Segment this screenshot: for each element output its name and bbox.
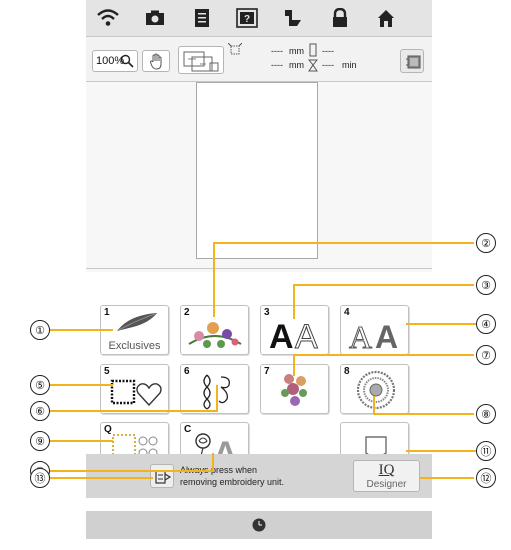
callout-line-4 <box>406 323 476 325</box>
callout-line-5 <box>49 384 113 386</box>
size-height-value: ---- <box>271 60 283 70</box>
category-number: 5 <box>104 366 110 377</box>
callout-line-7-vertical <box>293 354 295 376</box>
callout-3: ③ <box>476 275 496 295</box>
embroidery-view-button[interactable] <box>400 49 424 73</box>
callout-line-6-vertical <box>216 385 218 412</box>
layout-icon <box>183 51 219 72</box>
callout-line-10 <box>49 470 214 472</box>
needle-threading-icon[interactable] <box>276 4 312 32</box>
category-frame-shapes-button[interactable]: 5 <box>100 364 169 414</box>
callout-line-3 <box>294 284 474 286</box>
iq-designer-subtitle: Designer <box>366 479 407 490</box>
svg-text:A: A <box>349 319 372 352</box>
svg-text:A: A <box>295 318 318 352</box>
home-icon[interactable] <box>368 4 404 32</box>
size-height-unit: mm <box>289 60 304 70</box>
size-width-unit: mm <box>289 46 304 56</box>
callout-1: ① <box>30 320 50 340</box>
decorative-letter-icon: AA <box>349 319 399 353</box>
category-number: 7 <box>264 366 270 377</box>
callout-6: ⑥ <box>30 401 50 421</box>
wifi-icon[interactable] <box>90 4 126 32</box>
embroidery-unit-button[interactable] <box>150 464 174 488</box>
top-bar: ? <box>86 0 432 37</box>
hand-icon <box>149 53 162 70</box>
iq-designer-title: IQ <box>378 462 395 478</box>
callout-line-2 <box>214 242 474 244</box>
callout-line-13 <box>49 477 153 479</box>
callout-8: ⑧ <box>476 404 496 424</box>
bouquet-icon <box>281 374 307 406</box>
callout-line-12 <box>420 477 474 479</box>
bottom-bar <box>86 511 432 539</box>
callout-7: ⑦ <box>476 345 496 365</box>
callout-line-2-vertical <box>213 242 215 317</box>
callout-line-6 <box>49 410 218 412</box>
callout-2: ② <box>476 233 496 253</box>
message-bar: Always press when removing embroidery un… <box>86 454 432 498</box>
layout-button[interactable] <box>178 46 224 74</box>
svg-text:A: A <box>269 318 294 352</box>
svg-text:A: A <box>375 319 398 352</box>
hand-scroll-button[interactable] <box>142 50 170 72</box>
category-number: 8 <box>344 366 350 377</box>
callout-11: ⑪ <box>476 441 496 461</box>
category-border-button[interactable]: 6 <box>180 364 249 414</box>
callout-line-3-vertical <box>293 284 295 319</box>
callout-4: ④ <box>476 314 496 334</box>
help-icon[interactable]: ? <box>229 4 265 32</box>
iq-designer-button[interactable]: IQ Designer <box>353 460 420 492</box>
callout-line-1 <box>49 329 113 331</box>
clock-icon <box>252 518 266 532</box>
callout-13: ⑬ <box>30 468 50 488</box>
callout-line-8 <box>374 413 474 415</box>
edit-toolbar: 100% ---- mm ---- mm ---- ---- min <box>86 37 432 82</box>
embroidery-frame-preview <box>196 82 318 259</box>
document-icon[interactable] <box>184 4 220 32</box>
floral-motif-icon <box>188 322 242 348</box>
zoom-button[interactable]: 100% <box>92 50 138 72</box>
callout-line-11 <box>406 450 476 452</box>
lock-icon[interactable] <box>322 4 358 32</box>
callout-line-7 <box>294 354 474 356</box>
stitch-time-icon <box>307 43 319 73</box>
callout-12: ⑫ <box>476 468 496 488</box>
camera-icon[interactable] <box>137 4 173 32</box>
category-label: Exclusives <box>108 340 161 352</box>
feather-icon <box>117 313 157 331</box>
divider <box>86 268 432 269</box>
category-number: 6 <box>184 366 190 377</box>
category-number: 1 <box>104 307 110 318</box>
time-value: ---- <box>322 60 334 70</box>
callout-5: ⑤ <box>30 375 50 395</box>
frame-view-icon <box>406 55 421 69</box>
callout-9: ⑨ <box>30 431 50 451</box>
square-heart-icon <box>110 379 162 407</box>
category-decorative-alphabet-button[interactable]: 4 AA <box>340 305 409 355</box>
time-unit: min <box>342 60 357 70</box>
time-top-value: ---- <box>322 46 334 56</box>
mandala-icon <box>356 370 396 410</box>
callout-line-8-vertical <box>373 396 375 415</box>
callout-line-10-vertical <box>212 453 214 472</box>
message-line-2: removing embroidery unit. <box>180 477 285 487</box>
letter-a-icon: AA <box>269 318 319 353</box>
svg-text:?: ? <box>244 14 250 25</box>
magnifier-icon <box>120 54 134 68</box>
size-width-value: ---- <box>271 46 283 56</box>
callout-line-9 <box>49 440 113 442</box>
trial-frame-icon[interactable] <box>227 42 243 57</box>
